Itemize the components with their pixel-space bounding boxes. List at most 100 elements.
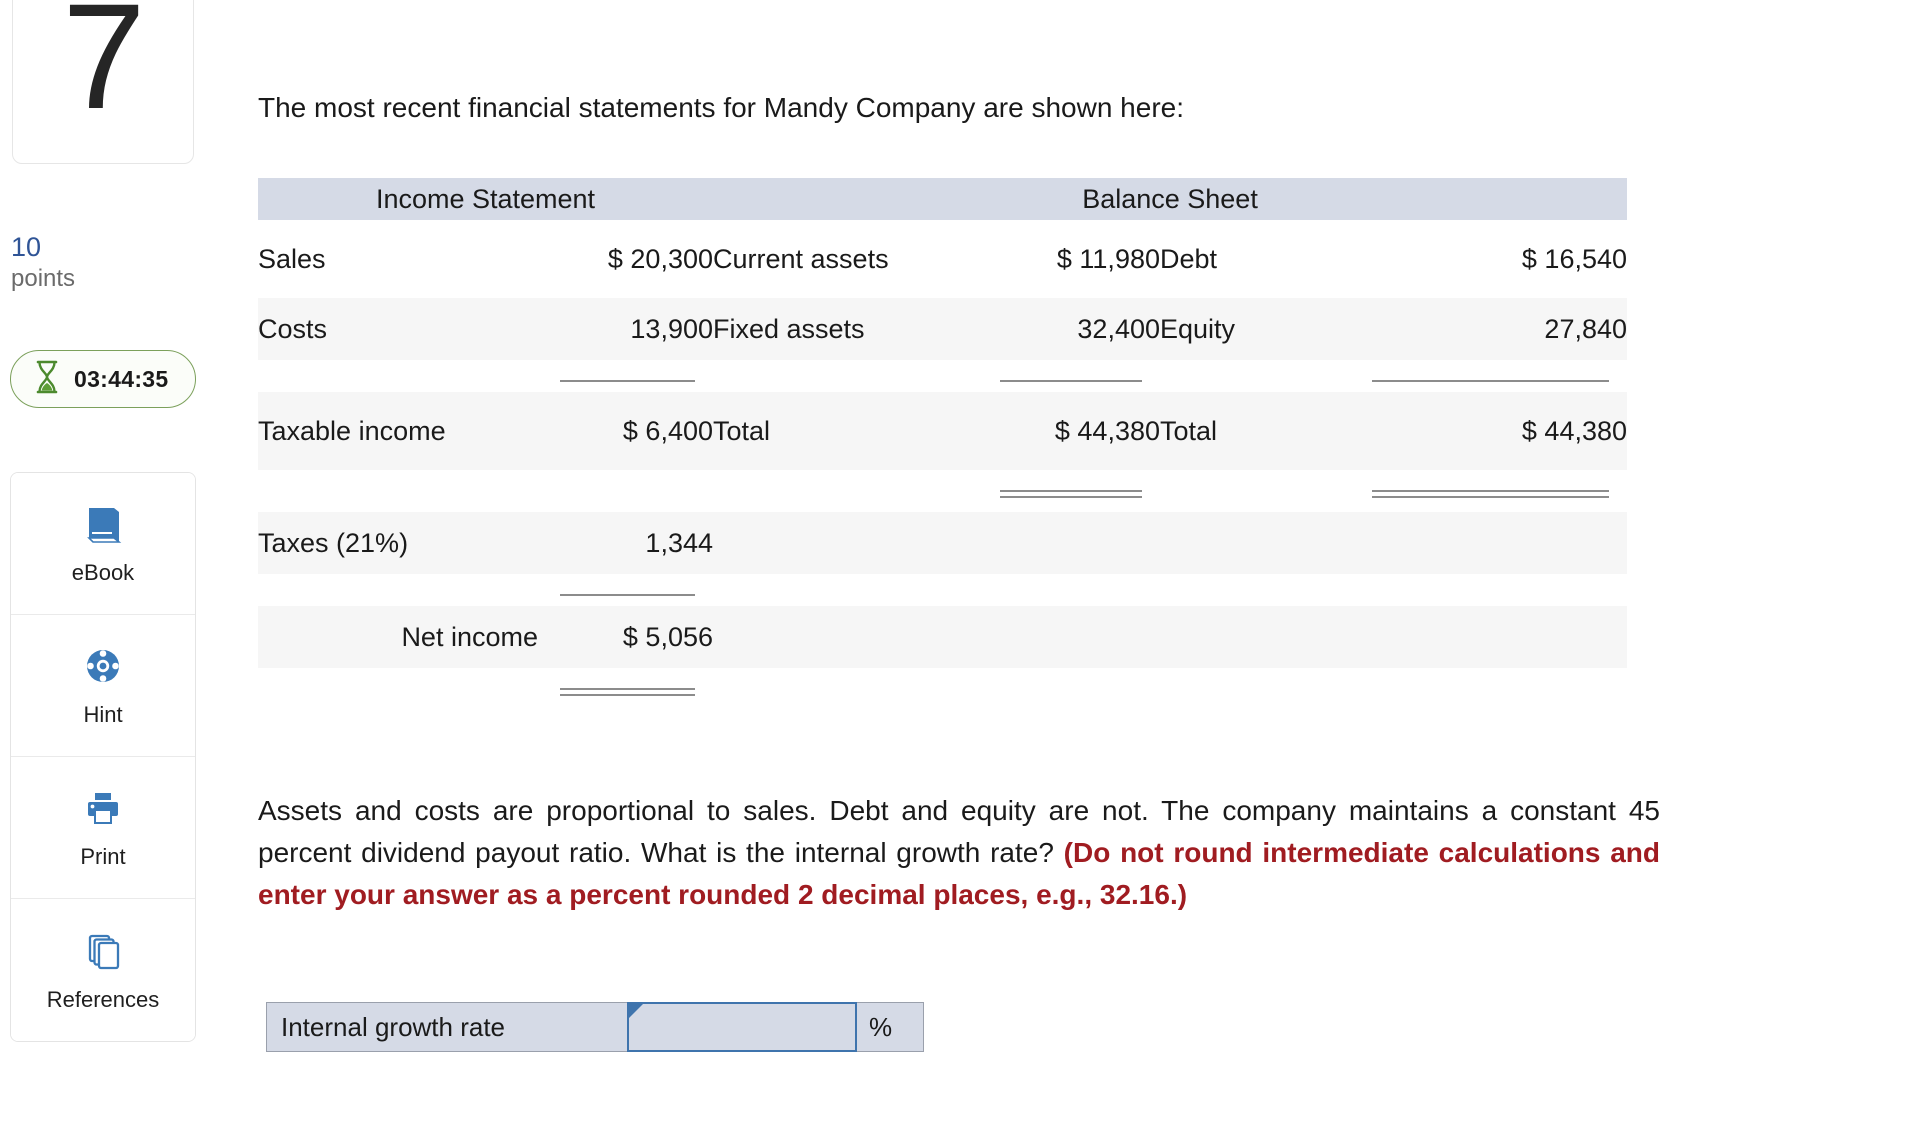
taxable-income-label: Taxable income — [258, 415, 446, 446]
spacer-cell — [713, 574, 978, 606]
points-value: 10 — [11, 232, 42, 262]
sidebar-item-label: Hint — [83, 702, 123, 727]
double-rule — [1372, 490, 1610, 498]
rule-row — [258, 470, 1628, 512]
spacer-cell — [978, 512, 1160, 574]
current-assets-label: Current assets — [713, 243, 889, 274]
spacer-cell — [1350, 574, 1628, 606]
sidebar-item-hint[interactable]: Hint — [11, 615, 195, 757]
spacer-cell — [258, 668, 538, 710]
question-text-block: Assets and costs are proportional to sal… — [258, 790, 1660, 916]
spacer-cell — [1160, 512, 1350, 574]
stacked-pages-icon — [81, 929, 125, 978]
spacer-cell — [258, 574, 538, 606]
spacer-cell — [1350, 668, 1628, 710]
sidebar-item-references[interactable]: References — [11, 899, 195, 1041]
spacer-cell — [978, 574, 1160, 606]
spacer-cell — [1160, 668, 1350, 710]
header-balance-sheet: Balance Sheet — [713, 178, 1628, 220]
table-header-row: Income Statement Balance Sheet — [258, 178, 1628, 220]
sidebar-item-label: eBook — [71, 560, 135, 585]
rule-row — [258, 574, 1628, 606]
question-number-card: 7 — [12, 0, 194, 164]
costs-label: Costs — [258, 313, 328, 344]
question-number: 7 — [62, 0, 145, 140]
rule-cell — [538, 574, 713, 606]
rule-cell — [978, 470, 1160, 512]
sidebar-item-label: Print — [80, 844, 126, 869]
tools-card: eBook Hint Print References — [10, 472, 196, 1042]
spacer-cell — [713, 606, 978, 668]
printer-icon — [81, 786, 125, 835]
rule-cell — [538, 360, 713, 392]
financial-statements-table: Income Statement Balance Sheet Sales $ 2… — [258, 178, 1628, 710]
taxes-value: 1,344 — [645, 527, 713, 558]
timer-badge: 03:44:35 — [10, 350, 196, 408]
spacer-cell — [713, 512, 978, 574]
life-ring-icon — [81, 644, 125, 693]
table-row: Taxes (21%) 1,344 — [258, 512, 1628, 574]
spacer-cell — [1160, 574, 1350, 606]
equity-value: 27,840 — [1544, 313, 1628, 344]
intro-text: The most recent financial statements for… — [258, 92, 1184, 123]
spacer-cell — [1160, 470, 1350, 512]
spacer-cell — [1350, 512, 1627, 574]
double-rule — [1000, 490, 1142, 498]
answer-input-cell[interactable] — [627, 1002, 857, 1052]
question-page: 7 10 points 03:44:35 eBook Hint Print Re… — [0, 0, 1920, 1148]
internal-growth-rate-input[interactable] — [629, 1004, 855, 1050]
taxes-label: Taxes (21%) — [258, 527, 409, 558]
spacer-cell — [1160, 360, 1350, 392]
spacer-cell — [258, 360, 538, 392]
table-row: Costs 13,900 Fixed assets 32,400 Equity … — [258, 298, 1628, 360]
total-liabilities-value: $ 44,380 — [1521, 415, 1628, 446]
answer-label: Internal growth rate — [267, 1003, 627, 1051]
spacer-cell — [713, 470, 978, 512]
sidebar-item-ebook[interactable]: eBook — [11, 473, 195, 615]
fixed-assets-label: Fixed assets — [713, 313, 865, 344]
spacer-cell — [258, 470, 538, 512]
question-content: The most recent financial statements for… — [258, 0, 1920, 1148]
total-liabilities-label: Total — [1160, 415, 1218, 446]
double-rule — [560, 688, 695, 696]
total-assets-value: $ 44,380 — [1054, 416, 1160, 446]
spacer-cell — [978, 606, 1160, 668]
sales-label: Sales — [258, 243, 326, 274]
debt-value: $ 16,540 — [1521, 243, 1628, 274]
sidebar: 7 10 points 03:44:35 eBook Hint Print Re… — [0, 0, 205, 1148]
taxable-income-value: $ 6,400 — [622, 415, 713, 446]
costs-value: 13,900 — [630, 313, 713, 344]
current-assets-value: $ 11,980 — [1056, 243, 1160, 274]
table-row: Sales $ 20,300 Current assets $ 11,980 D… — [258, 220, 1628, 298]
rule-row — [258, 668, 1628, 710]
spacer-cell — [713, 668, 978, 710]
table-row: Taxable income $ 6,400 Total $ 44,380 To… — [258, 392, 1628, 470]
net-income-value: $ 5,056 — [622, 621, 713, 652]
equity-label: Equity — [1160, 313, 1236, 344]
sales-value: $ 20,300 — [607, 244, 713, 274]
spacer-cell — [713, 360, 978, 392]
spacer-cell — [1350, 606, 1627, 668]
answer-unit-label: % — [857, 1003, 923, 1051]
answer-row: Internal growth rate % — [266, 1002, 924, 1052]
book-icon — [81, 502, 125, 551]
spacer-cell — [538, 470, 713, 512]
single-rule — [1372, 380, 1610, 382]
debt-label: Debt — [1160, 243, 1218, 274]
table-row: Net income $ 5,056 — [258, 606, 1628, 668]
rule-row — [258, 360, 1628, 392]
rule-cell — [978, 360, 1160, 392]
points-block: 10 points — [11, 232, 191, 294]
header-income-statement: Income Statement — [258, 178, 713, 220]
spacer-cell — [978, 668, 1160, 710]
spacer-cell — [1160, 606, 1350, 668]
sidebar-item-print[interactable]: Print — [11, 757, 195, 899]
net-income-label: Net income — [401, 621, 538, 652]
sidebar-item-label: References — [46, 986, 160, 1012]
fixed-assets-value: 32,400 — [1077, 313, 1160, 344]
single-rule — [1000, 380, 1142, 382]
single-rule — [560, 380, 695, 382]
rule-cell — [1350, 470, 1628, 512]
rule-cell — [538, 668, 713, 710]
timer-value: 03:44:35 — [74, 365, 169, 392]
